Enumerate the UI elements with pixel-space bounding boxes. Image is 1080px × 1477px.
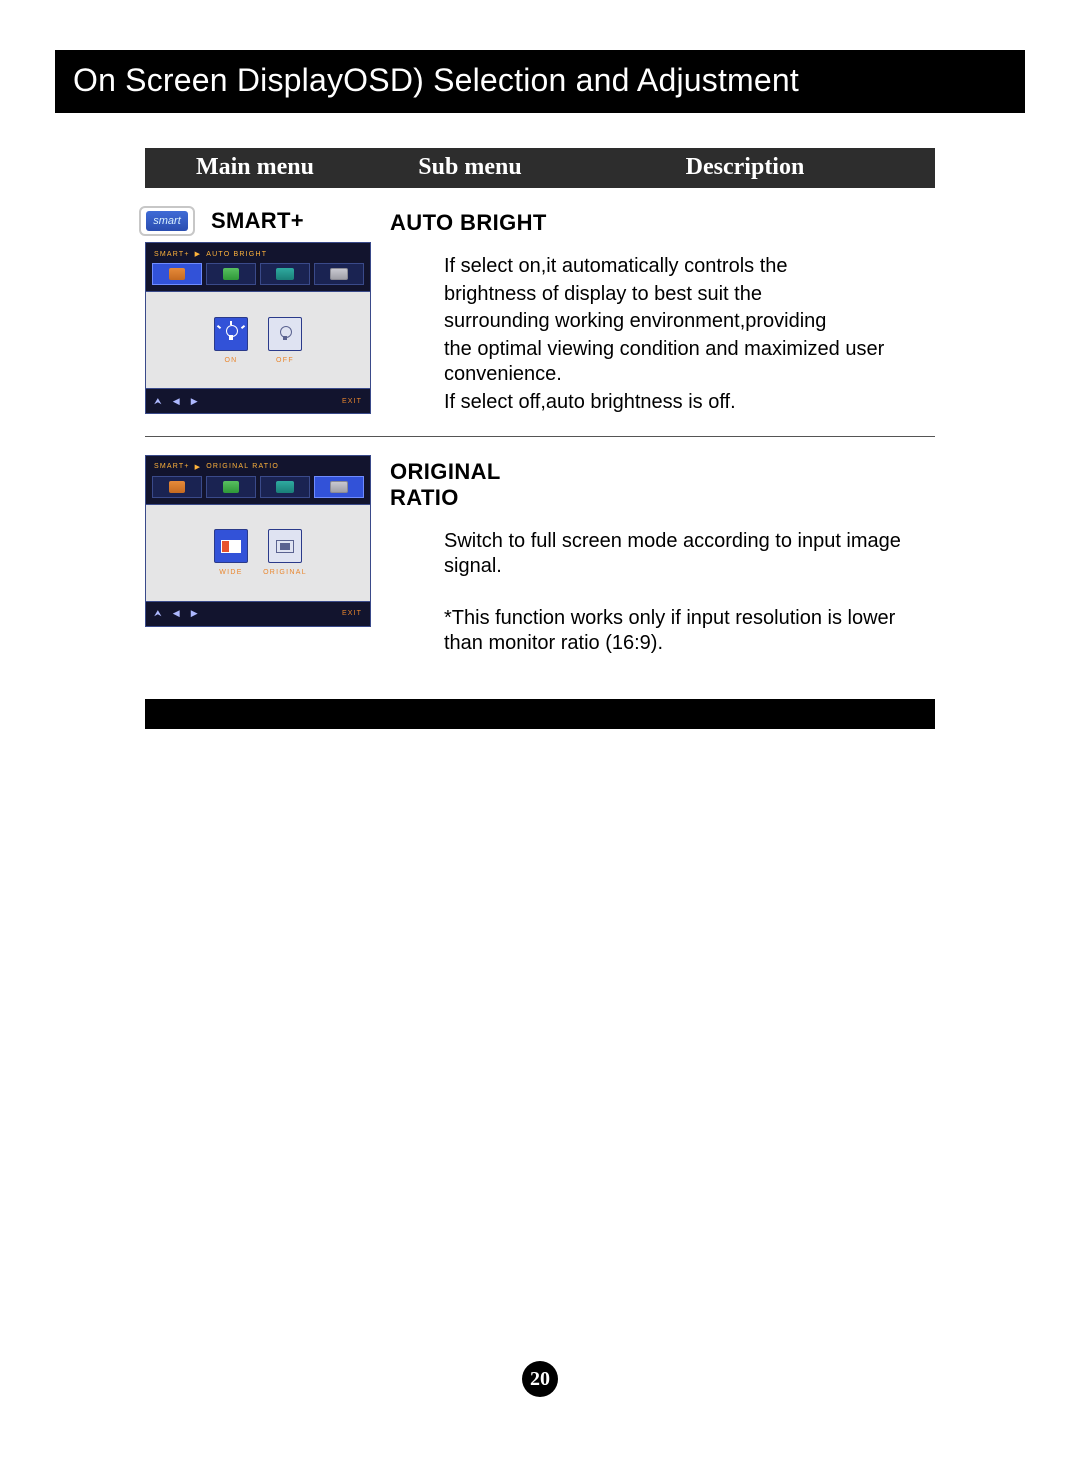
osd-tab-4[interactable] <box>314 263 364 285</box>
smart-plus-label: SMART+ <box>211 208 304 234</box>
option-off-label: OFF <box>276 357 294 364</box>
col-description: Description <box>575 154 915 181</box>
desc-original-ratio: Switch to full screen mode according to … <box>390 529 925 657</box>
cinema-icon <box>276 481 294 493</box>
wide-icon <box>221 540 241 553</box>
nav-left-icon[interactable]: ◀ <box>173 396 181 407</box>
footer-strip <box>145 699 935 729</box>
option-off[interactable] <box>268 317 302 351</box>
sub-menu-auto-bright: AUTO BRIGHT <box>390 210 925 236</box>
nav-right-icon[interactable]: ▶ <box>191 608 199 619</box>
exit-label[interactable]: EXIT <box>342 610 362 617</box>
crumb-smart: SMART+ <box>154 251 190 258</box>
bulb-on-icon <box>223 325 239 343</box>
option-original-label: ORIGINAL <box>263 569 307 576</box>
bulb-off-icon <box>279 326 291 341</box>
nav-up-icon[interactable]: ⮝ <box>154 608 163 619</box>
osd-tab-1[interactable] <box>152 263 202 285</box>
osd-breadcrumb: SMART+ ▶ AUTO BRIGHT <box>146 243 370 263</box>
nav-up-icon[interactable]: ⮝ <box>154 396 163 407</box>
chevron-right-icon: ▶ <box>195 250 202 258</box>
page-number: 20 <box>522 1361 558 1397</box>
osd-panel-auto-bright: SMART+ ▶ AUTO BRIGHT <box>145 242 371 414</box>
option-wide[interactable] <box>214 529 248 563</box>
option-on[interactable] <box>214 317 248 351</box>
original-icon <box>276 540 294 553</box>
smart-badge: smart <box>139 206 195 236</box>
col-sub-menu: Sub menu <box>365 154 575 181</box>
osd-tab-2[interactable] <box>206 476 256 498</box>
sub-menu-original-ratio: ORIGINAL RATIO <box>390 459 925 511</box>
option-on-label: ON <box>224 357 237 364</box>
cinema-icon <box>276 268 294 280</box>
osd-tab-1[interactable] <box>152 476 202 498</box>
nav-left-icon[interactable]: ◀ <box>173 608 181 619</box>
crumb-auto-bright: AUTO BRIGHT <box>206 251 267 258</box>
brightness-icon <box>169 481 185 493</box>
osd-tab-3[interactable] <box>260 476 310 498</box>
smart-badge-label: smart <box>146 211 188 231</box>
osd-tab-2[interactable] <box>206 263 256 285</box>
eco-icon <box>223 268 239 280</box>
crumb-smart: SMART+ <box>154 463 190 470</box>
option-original[interactable] <box>268 529 302 563</box>
page-title: On Screen DisplayOSD) Selection and Adju… <box>55 50 1025 113</box>
eco-icon <box>223 481 239 493</box>
nav-right-icon[interactable]: ▶ <box>191 396 199 407</box>
option-wide-label: WIDE <box>219 569 242 576</box>
desc-auto-bright: If select on,it automatically controls t… <box>390 254 925 416</box>
ratio-icon <box>330 268 348 280</box>
col-main-menu: Main menu <box>145 154 365 181</box>
crumb-original-ratio: ORIGINAL RATIO <box>206 463 279 470</box>
osd-tab-3[interactable] <box>260 263 310 285</box>
column-header-bar: Main menu Sub menu Description <box>145 148 935 188</box>
osd-tab-4[interactable] <box>314 476 364 498</box>
ratio-icon <box>330 481 348 493</box>
brightness-icon <box>169 268 185 280</box>
osd-panel-original-ratio: SMART+ ▶ ORIGINAL RATIO <box>145 455 371 627</box>
exit-label[interactable]: EXIT <box>342 398 362 405</box>
chevron-right-icon: ▶ <box>195 463 202 471</box>
osd-breadcrumb: SMART+ ▶ ORIGINAL RATIO <box>146 456 370 476</box>
